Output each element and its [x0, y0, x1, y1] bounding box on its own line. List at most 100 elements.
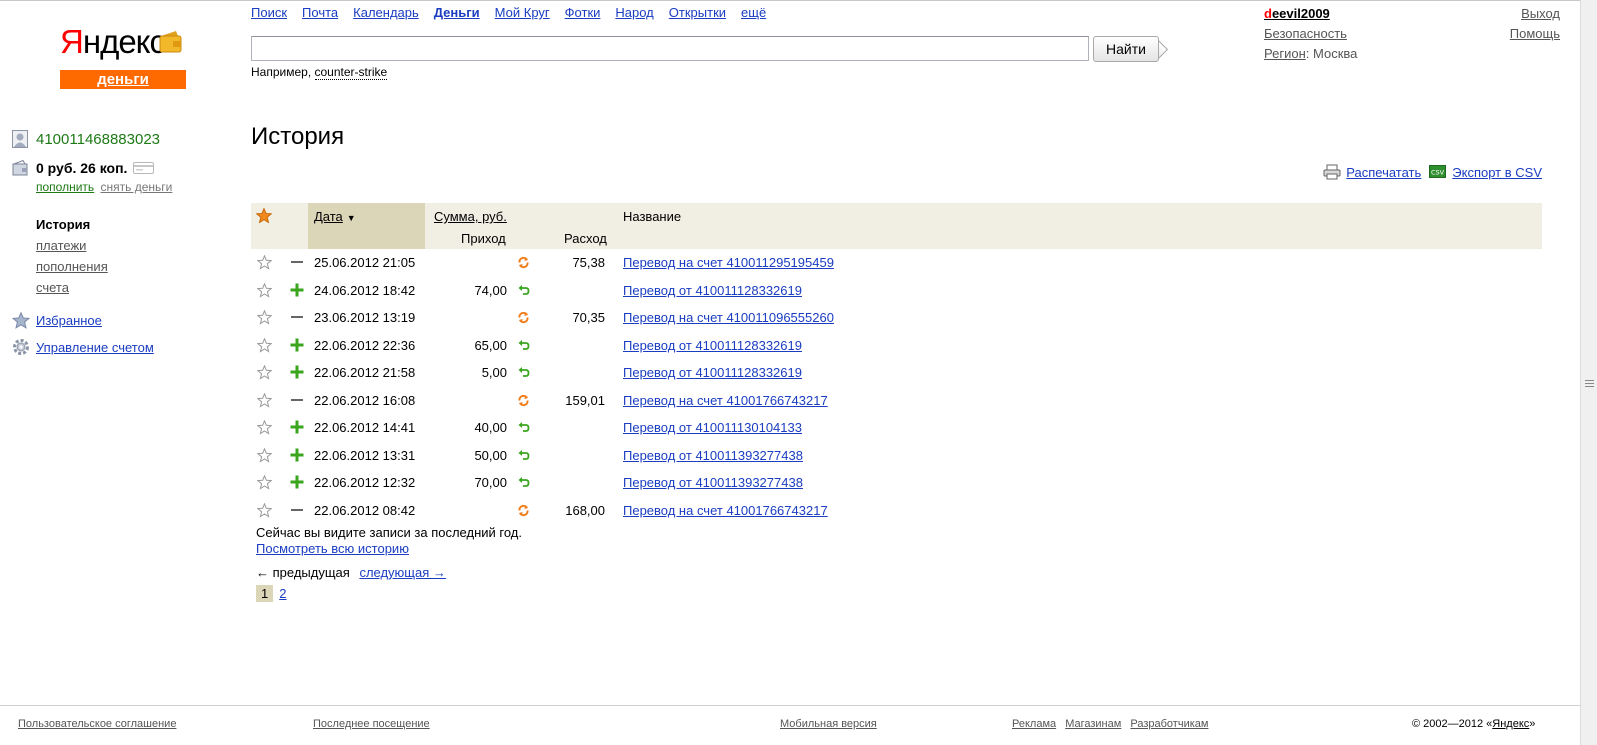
logout-link[interactable]: Выход [1510, 4, 1560, 24]
nav-money[interactable]: Деньги [434, 5, 480, 20]
favorite-star-icon[interactable] [257, 282, 272, 298]
refresh-icon[interactable] [517, 394, 530, 407]
account-row: 410011468883023 [12, 130, 160, 148]
row-date: 24.06.2012 18:42 [314, 282, 416, 298]
manage-row: Управление счетом [12, 338, 154, 356]
row-date: 22.06.2012 13:31 [314, 447, 416, 463]
return-icon[interactable] [517, 366, 530, 379]
balance-amount: 0 руб. 26 коп. [36, 160, 128, 176]
favorite-star-icon[interactable] [257, 337, 272, 353]
plus-icon [290, 365, 304, 379]
menu-item-payments[interactable]: платежи [36, 235, 108, 256]
gear-icon [13, 339, 29, 355]
favorite-star-icon[interactable] [257, 392, 272, 408]
search-input[interactable] [251, 36, 1089, 61]
table-row: 23.06.2012 13:19 70,35 Перевод на счет 410… [251, 304, 1542, 332]
footer-ads-link[interactable]: Реклама [1012, 718, 1056, 730]
row-transaction-link[interactable]: Перевод на счет 410011096555260 [623, 310, 834, 325]
row-transaction-link[interactable]: Перевод от 410011128332619 [623, 338, 802, 353]
favorite-star-icon[interactable] [257, 447, 272, 463]
print-tool[interactable]: Распечатать [1323, 164, 1421, 180]
row-transaction-link[interactable]: Перевод от 410011393277438 [623, 448, 803, 463]
footer-mobile-link[interactable]: Мобильная версия [780, 718, 877, 730]
nav-narod[interactable]: Народ [615, 5, 653, 20]
table-body: 25.06.2012 21:05 75,38 Перевод на счет 410… [251, 249, 1542, 524]
bank-card-icon[interactable] [133, 162, 155, 174]
history-table: Дата ▼ Сумма, руб. Название Приход Расход… [251, 203, 1542, 524]
sort-by-sum-link[interactable]: Сумма, руб. [434, 209, 507, 224]
scrollbar-grip[interactable] [1585, 380, 1594, 389]
refresh-icon[interactable] [517, 504, 530, 517]
page-link[interactable]: 2 [279, 586, 286, 601]
search-button[interactable]: Найти [1093, 36, 1159, 62]
print-link[interactable]: Распечатать [1346, 165, 1421, 180]
return-icon[interactable] [517, 339, 530, 352]
row-transaction-link[interactable]: Перевод на счет 410011295195459 [623, 255, 834, 270]
return-icon[interactable] [517, 421, 530, 434]
nav-search[interactable]: Поиск [251, 5, 287, 20]
favorite-star-icon[interactable] [257, 475, 272, 490]
row-transaction-link[interactable]: Перевод на счет 41001766743217 [623, 393, 828, 408]
refresh-icon[interactable] [517, 311, 530, 324]
pager: ← предыдущая следующая → [256, 565, 446, 580]
export-csv-link[interactable]: Экспорт в CSV [1452, 165, 1542, 180]
row-transaction-link[interactable]: Перевод от 410011130104133 [623, 420, 802, 435]
csv-icon: CSV [1429, 165, 1447, 178]
nav-more[interactable]: ещё [741, 5, 766, 20]
topup-link[interactable]: пополнить [36, 180, 94, 194]
withdraw-link[interactable]: снять деньги [101, 180, 173, 194]
footer-shops-link[interactable]: Магазинам [1065, 718, 1121, 730]
favorite-star-icon[interactable] [257, 502, 272, 518]
footer-agreement-link[interactable]: Пользовательское соглашение [18, 718, 176, 730]
return-icon[interactable] [517, 476, 530, 489]
menu-item-accounts[interactable]: счета [36, 277, 108, 298]
footer-devs-link[interactable]: Разработчикам [1130, 718, 1208, 730]
star-icon [12, 312, 30, 329]
wallet-icon [159, 31, 182, 53]
full-history-link[interactable]: Посмотреть всю историю [256, 541, 409, 556]
return-icon[interactable] [517, 449, 530, 462]
page-numbers: 1 2 [256, 585, 286, 602]
security-link[interactable]: Безопасность [1264, 26, 1347, 41]
favorite-star-icon[interactable] [257, 310, 272, 325]
date-column-header: Дата ▼ [314, 209, 356, 224]
footer-left: Пользовательское соглашение [18, 718, 176, 730]
sort-by-date-link[interactable]: Дата [314, 209, 343, 224]
username-link[interactable]: deevil2009 [1264, 6, 1330, 21]
balance-actions: пополнить снять деньги [36, 180, 172, 194]
yandex-money-logo[interactable]: Яндекс деньги [60, 22, 186, 90]
nav-moikrug[interactable]: Мой Круг [495, 5, 550, 20]
table-row: 22.06.2012 08:42 168,00 Перевод на счет 41… [251, 497, 1542, 525]
manage-account-link[interactable]: Управление счетом [36, 340, 154, 355]
row-transaction-link[interactable]: Перевод от 410011128332619 [623, 365, 802, 380]
nav-fotki[interactable]: Фотки [565, 5, 601, 20]
search-example-query[interactable]: counter-strike [314, 65, 388, 80]
pager-next[interactable]: следующая → [359, 565, 445, 580]
history-tools: Распечатать CSV Экспорт в CSV [1315, 164, 1542, 180]
row-income: 40,00 [474, 420, 507, 435]
vertical-scrollbar[interactable] [1580, 0, 1597, 745]
menu-item-topups[interactable]: пополнения [36, 256, 108, 277]
row-date: 22.06.2012 14:41 [314, 420, 416, 435]
footer-yandex-link[interactable]: Яндекс [1492, 718, 1529, 730]
row-transaction-link[interactable]: Перевод от 410011393277438 [623, 475, 803, 490]
nav-otkrytki[interactable]: Открытки [669, 5, 726, 20]
region-value: Москва [1312, 46, 1358, 61]
return-icon[interactable] [517, 284, 530, 297]
favorite-star-icon[interactable] [257, 420, 272, 435]
help-link[interactable]: Помощь [1510, 24, 1560, 44]
row-transaction-link[interactable]: Перевод от 410011128332619 [623, 283, 802, 298]
refresh-icon[interactable] [517, 256, 530, 269]
export-tool[interactable]: CSV Экспорт в CSV [1429, 165, 1542, 180]
favorite-filter-star-icon[interactable] [256, 208, 272, 223]
favorite-star-icon[interactable] [257, 365, 272, 380]
footer-last-visit-link[interactable]: Последнее посещение [313, 718, 430, 730]
nav-mail[interactable]: Почта [302, 5, 338, 20]
nav-calendar[interactable]: Календарь [353, 5, 419, 20]
favorites-link[interactable]: Избранное [36, 313, 102, 328]
favorite-star-icon[interactable] [257, 255, 272, 270]
row-transaction-link[interactable]: Перевод на счет 41001766743217 [623, 503, 828, 518]
menu-item-history[interactable]: История [36, 214, 108, 235]
region-link[interactable]: Регион [1264, 46, 1306, 61]
logo-money-link[interactable]: деньги [60, 70, 186, 89]
